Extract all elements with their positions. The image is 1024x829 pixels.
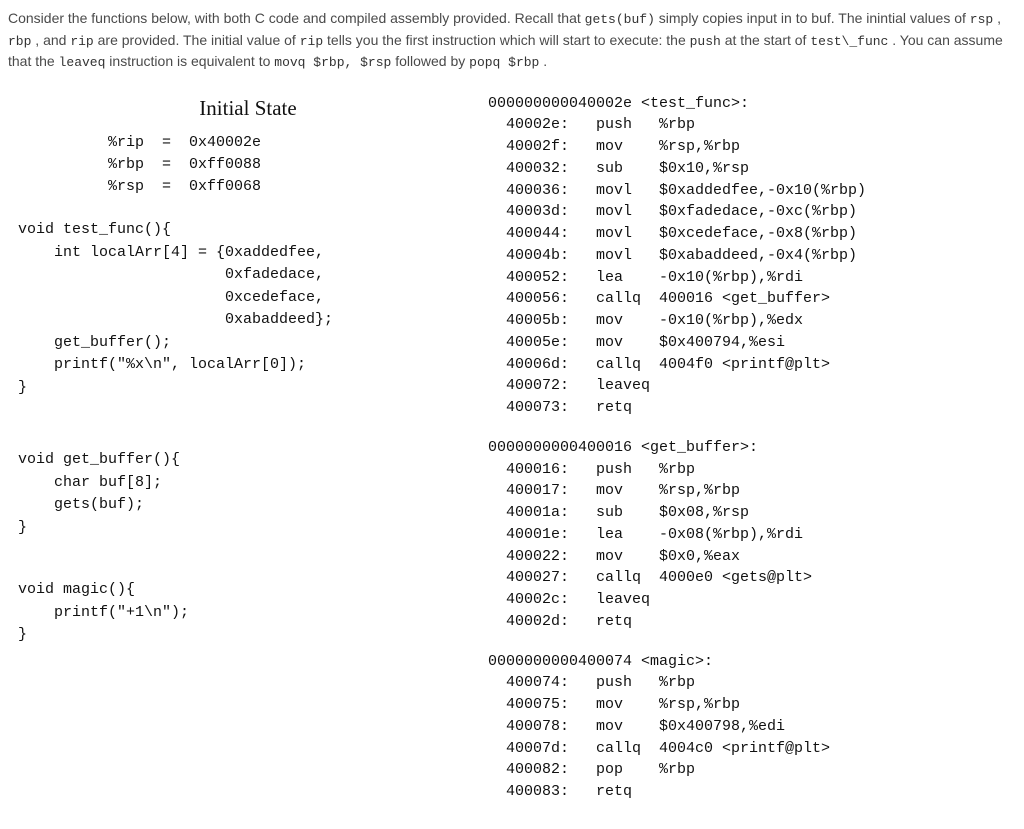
intro-code-popq: popq $rbp (469, 55, 539, 70)
intro-code-rsp: rsp (970, 12, 993, 27)
asm-magic: 0000000000400074 <magic>: 400074: push %… (488, 651, 1016, 803)
intro-text: , and (35, 32, 70, 48)
intro-code-push: push (690, 34, 721, 49)
intro-text: , (997, 10, 1001, 26)
right-column: 000000000040002e <test_func>: 40002e: pu… (488, 93, 1016, 821)
intro-text: instruction is equivalent to (109, 53, 274, 69)
intro-paragraph: Consider the functions below, with both … (8, 8, 1016, 73)
intro-code-movq: movq $rbp, $rsp (274, 55, 391, 70)
intro-code-rip2: rip (300, 34, 323, 49)
asm-test-func: 000000000040002e <test_func>: 40002e: pu… (488, 93, 1016, 419)
intro-code-rip: rip (70, 34, 93, 49)
c-code-test-func: void test_func(){ int localArr[4] = {0xa… (18, 219, 448, 399)
intro-text: . (543, 53, 547, 69)
intro-text: tells you the first instruction which wi… (327, 32, 690, 48)
intro-text: followed by (395, 53, 469, 69)
intro-text: are provided. The initial value of (98, 32, 300, 48)
initial-state-title: Initial State (48, 93, 448, 125)
spacer (68, 561, 448, 579)
spacer (68, 421, 448, 449)
asm-get-buffer: 0000000000400016 <get_buffer>: 400016: p… (488, 437, 1016, 633)
intro-text: at the start of (725, 32, 811, 48)
intro-code-testfunc: test\_func (810, 34, 888, 49)
intro-code-gets: gets(buf) (585, 12, 655, 27)
intro-text: Consider the functions below, with both … (8, 10, 585, 26)
intro-code-rbp: rbp (8, 34, 31, 49)
intro-text: simply copies input in to buf. The inint… (659, 10, 970, 26)
intro-code-leaveq: leaveq (59, 55, 106, 70)
c-code-get-buffer: void get_buffer(){ char buf[8]; gets(buf… (18, 449, 448, 539)
content-columns: Initial State %rip = 0x40002e %rbp = 0xf… (8, 93, 1016, 821)
left-column: Initial State %rip = 0x40002e %rbp = 0xf… (8, 93, 448, 821)
c-code-magic: void magic(){ printf("+1\n"); } (18, 579, 448, 647)
initial-state-registers: %rip = 0x40002e %rbp = 0xff0088 %rsp = 0… (108, 132, 448, 197)
